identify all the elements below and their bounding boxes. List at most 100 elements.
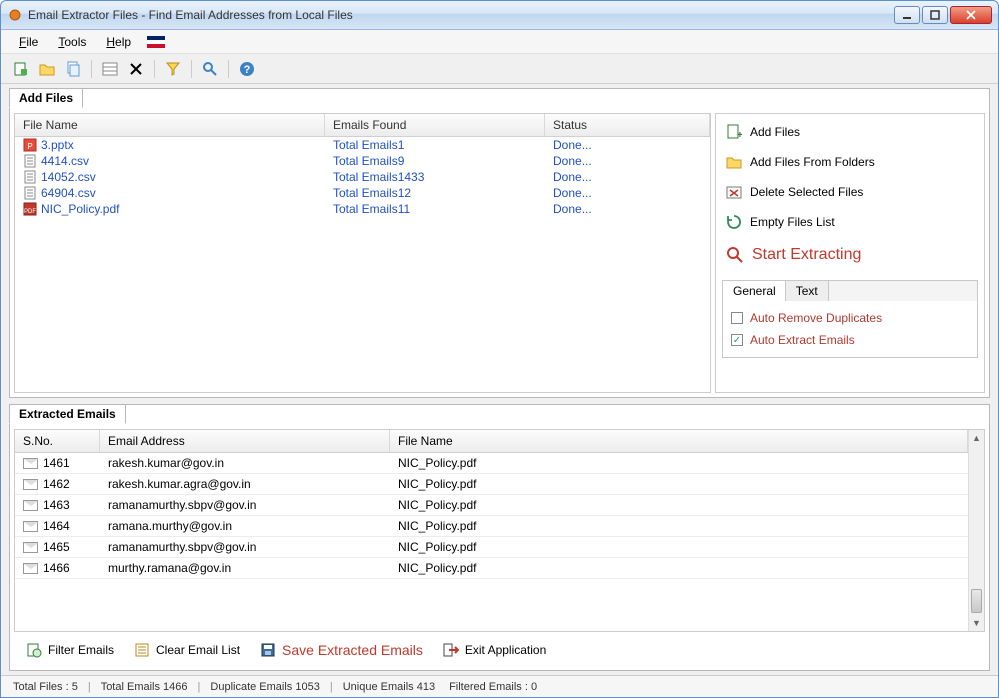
scroll-thumb[interactable] bbox=[971, 589, 982, 613]
svg-text:P: P bbox=[27, 142, 32, 151]
status-cell: Done... bbox=[545, 186, 710, 200]
exit-application-button[interactable]: Exit Application bbox=[435, 639, 554, 661]
add-files-button[interactable]: + Add Files bbox=[722, 120, 978, 144]
language-flag-icon[interactable] bbox=[147, 36, 165, 48]
table-row[interactable]: 4414.csvTotal Emails9Done... bbox=[15, 153, 710, 169]
add-files-icon: + bbox=[726, 124, 742, 140]
table-row[interactable]: 64904.csvTotal Emails12Done... bbox=[15, 185, 710, 201]
bottom-action-bar: Filter Emails Clear Email List Save Extr… bbox=[14, 634, 985, 666]
file-name-cell: NIC_Policy.pdf bbox=[390, 477, 968, 491]
email-address-cell: murthy.ramana@gov.in bbox=[100, 561, 390, 575]
emails-table-header: S.No. Email Address File Name bbox=[15, 430, 968, 453]
col-file-name[interactable]: File Name bbox=[390, 430, 968, 452]
app-icon bbox=[7, 7, 23, 23]
status-total-files: Total Files : 5 bbox=[9, 681, 82, 693]
table-row[interactable]: 1462rakesh.kumar.agra@gov.inNIC_Policy.p… bbox=[15, 474, 968, 495]
envelope-icon bbox=[23, 479, 38, 490]
auto-extract-emails-checkbox[interactable]: ✓ Auto Extract Emails bbox=[731, 333, 969, 347]
status-total-emails: Total Emails 1466 bbox=[97, 681, 192, 693]
toolbar-add-folder-icon[interactable] bbox=[37, 59, 57, 79]
col-sno[interactable]: S.No. bbox=[15, 430, 100, 452]
toolbar-copy-icon[interactable] bbox=[63, 59, 83, 79]
add-files-from-folders-button[interactable]: Add Files From Folders bbox=[722, 150, 978, 174]
menu-help[interactable]: Help bbox=[98, 33, 139, 51]
clear-email-list-button[interactable]: Clear Email List bbox=[126, 639, 248, 661]
options-tabbar: General Text bbox=[723, 281, 977, 301]
envelope-icon bbox=[23, 521, 38, 532]
save-extracted-label: Save Extracted Emails bbox=[282, 642, 423, 658]
table-row[interactable]: 14052.csvTotal Emails1433Done... bbox=[15, 169, 710, 185]
table-row[interactable]: P3.pptxTotal Emails1Done... bbox=[15, 137, 710, 153]
table-row[interactable]: 1466murthy.ramana@gov.inNIC_Policy.pdf bbox=[15, 558, 968, 579]
svg-text:?: ? bbox=[244, 64, 251, 76]
col-email-address[interactable]: Email Address bbox=[100, 430, 390, 452]
toolbar-delete-icon[interactable] bbox=[126, 59, 146, 79]
scroll-down-arrow-icon[interactable]: ▼ bbox=[969, 615, 984, 631]
file-type-icon bbox=[23, 154, 37, 168]
file-type-icon: P bbox=[23, 138, 37, 152]
start-extracting-label: Start Extracting bbox=[752, 246, 861, 264]
options-tabs: General Text Auto Remove Duplicates ✓ Au… bbox=[722, 280, 978, 358]
menu-tools[interactable]: Tools bbox=[50, 33, 94, 51]
content-area: Add Files File Name Emails Found Status … bbox=[1, 84, 998, 675]
tab-text[interactable]: Text bbox=[785, 280, 829, 301]
table-row[interactable]: PDFNIC_Policy.pdfTotal Emails11Done... bbox=[15, 201, 710, 217]
add-files-tab-label: Add Files bbox=[9, 88, 83, 108]
email-address-cell: rakesh.kumar@gov.in bbox=[100, 456, 390, 470]
delete-selected-files-button[interactable]: Delete Selected Files bbox=[722, 180, 978, 204]
toolbar-separator bbox=[91, 60, 92, 78]
file-name-cell: NIC_Policy.pdf bbox=[390, 540, 968, 554]
delete-icon bbox=[726, 184, 742, 200]
toolbar-search-icon[interactable] bbox=[200, 59, 220, 79]
start-extracting-button[interactable]: Start Extracting bbox=[722, 240, 978, 270]
table-row[interactable]: 1461rakesh.kumar@gov.inNIC_Policy.pdf bbox=[15, 453, 968, 474]
save-extracted-emails-button[interactable]: Save Extracted Emails bbox=[252, 639, 431, 661]
file-type-icon bbox=[23, 186, 37, 200]
table-row[interactable]: 1465ramanamurthy.sbpv@gov.inNIC_Policy.p… bbox=[15, 537, 968, 558]
filter-emails-button[interactable]: Filter Emails bbox=[18, 639, 122, 661]
sno-cell: 1464 bbox=[43, 519, 70, 533]
close-button[interactable] bbox=[950, 6, 992, 24]
emails-found-cell: Total Emails11 bbox=[325, 202, 545, 216]
extracted-emails-tab-label: Extracted Emails bbox=[9, 404, 126, 424]
emails-table-body[interactable]: 1461rakesh.kumar@gov.inNIC_Policy.pdf146… bbox=[15, 453, 968, 631]
filter-emails-label: Filter Emails bbox=[48, 643, 114, 657]
file-name-cell: NIC_Policy.pdf bbox=[390, 561, 968, 575]
toolbar-add-files-icon[interactable] bbox=[11, 59, 31, 79]
auto-remove-duplicates-checkbox[interactable]: Auto Remove Duplicates bbox=[731, 311, 969, 325]
vertical-scrollbar[interactable]: ▲ ▼ bbox=[968, 430, 984, 631]
col-emails-found[interactable]: Emails Found bbox=[325, 114, 545, 136]
emails-found-cell: Total Emails1 bbox=[325, 138, 545, 152]
toolbar-filter-icon[interactable] bbox=[163, 59, 183, 79]
status-filtered-emails: Filtered Emails : 0 bbox=[445, 681, 541, 693]
file-name-cell: NIC_Policy.pdf bbox=[390, 519, 968, 533]
extracted-emails-section: Extracted Emails S.No. Email Address Fil… bbox=[9, 404, 990, 671]
scroll-up-arrow-icon[interactable]: ▲ bbox=[969, 430, 984, 446]
toolbar-separator bbox=[191, 60, 192, 78]
files-table-body[interactable]: P3.pptxTotal Emails1Done...4414.csvTotal… bbox=[15, 137, 710, 217]
email-address-cell: ramanamurthy.sbpv@gov.in bbox=[100, 540, 390, 554]
files-table: File Name Emails Found Status P 3.pptx Tot… bbox=[14, 113, 711, 393]
toolbar-separator bbox=[154, 60, 155, 78]
empty-files-list-button[interactable]: Empty Files List bbox=[722, 210, 978, 234]
col-file-name[interactable]: File Name bbox=[15, 114, 325, 136]
maximize-button[interactable] bbox=[922, 6, 948, 24]
toolbar-separator bbox=[228, 60, 229, 78]
tab-general[interactable]: General bbox=[722, 280, 787, 301]
file-name-cell: NIC_Policy.pdf bbox=[41, 202, 119, 216]
main-window: Email Extractor Files - Find Email Addre… bbox=[0, 0, 999, 698]
status-cell: Done... bbox=[545, 170, 710, 184]
menu-file[interactable]: File bbox=[11, 33, 46, 51]
toolbar-list-icon[interactable] bbox=[100, 59, 120, 79]
file-name-cell: 3.pptx bbox=[41, 138, 74, 152]
sno-cell: 1461 bbox=[43, 456, 70, 470]
clear-icon bbox=[134, 642, 150, 658]
minimize-button[interactable] bbox=[894, 6, 920, 24]
toolbar: ? bbox=[1, 54, 998, 84]
col-status[interactable]: Status bbox=[545, 114, 710, 136]
envelope-icon bbox=[23, 500, 38, 511]
table-row[interactable]: 1463ramanamurthy.sbpv@gov.inNIC_Policy.p… bbox=[15, 495, 968, 516]
table-row[interactable]: 1464ramana.murthy@gov.inNIC_Policy.pdf bbox=[15, 516, 968, 537]
toolbar-help-icon[interactable]: ? bbox=[237, 59, 257, 79]
auto-remove-label: Auto Remove Duplicates bbox=[750, 311, 882, 325]
